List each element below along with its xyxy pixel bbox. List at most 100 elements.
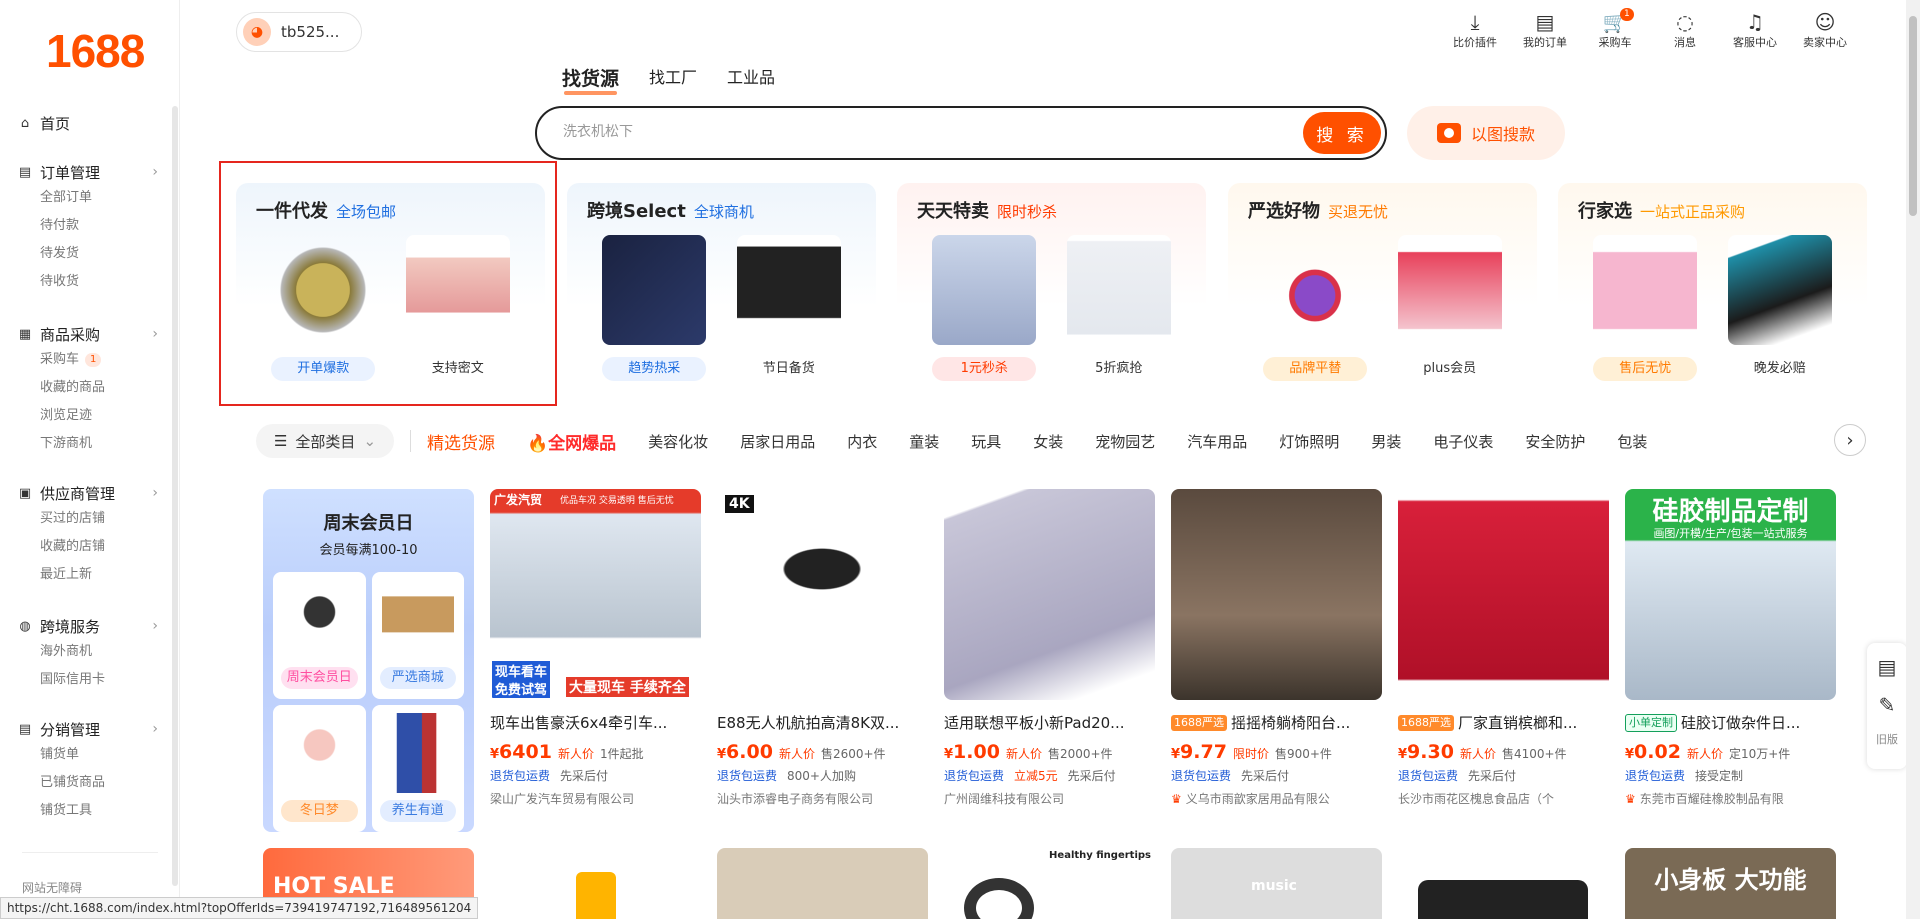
shop-name[interactable]: ♛ 义乌市雨歆家居用品有限公 [1171,790,1382,807]
sidebar-subitem[interactable]: 浏览足迹 [40,402,158,430]
old-version-link[interactable]: 旧版 [1876,731,1898,747]
promo-cell[interactable]: 养生有道 [371,705,464,832]
header-user-button[interactable]: ☺ 卖家中心 [1790,10,1860,50]
shop-name[interactable]: 广州阔维科技有限公司 [944,790,1155,807]
tab-find-factory[interactable]: 找工厂 [649,64,697,91]
channel-card[interactable]: 天天特卖 限时秒杀 1元秒杀 5折疯抢 [897,183,1206,389]
sidebar-group-header[interactable]: ▤ 分销管理 › [18,717,158,741]
category-item[interactable]: 男装 [1371,431,1401,452]
category-item[interactable]: 童装 [909,431,939,452]
user-chip[interactable]: ◕ tb525... [236,12,362,52]
product-card[interactable]: 硅胶制品定制 画图/开模/生产/包装一站式服务 小单定制 硅胶订做杂件日... ¥0.0… [1625,489,1836,807]
product-title[interactable]: 适用联想平板小新Pad20... [944,712,1155,733]
sidebar-subitem[interactable]: 国际信用卡 [40,666,158,694]
product-image[interactable]: 硅胶制品定制 画图/开模/生产/包装一站式服务 [1625,489,1836,700]
category-item[interactable]: 包装 [1617,431,1647,452]
sidebar-subitem[interactable]: 买过的店铺 [40,505,158,533]
product-card-partial[interactable]: 小身板 大功能 [1625,848,1836,919]
channel-card[interactable]: 跨境Select 全球商机 趋势热采 节日备货 [567,183,876,389]
sidebar-subitem[interactable]: 已铺货商品 [40,769,158,797]
category-hot[interactable]: 🔥全网爆品 [527,429,616,454]
tab-industrial[interactable]: 工业品 [727,64,775,91]
sidebar-subitem[interactable]: 最近上新 [40,561,158,589]
product-card-partial[interactable]: Healthy fingertips [944,848,1155,919]
shop-name[interactable]: 梁山广发汽车贸易有限公司 [490,790,701,807]
category-next-button[interactable]: › [1834,424,1866,456]
header-headset-button[interactable]: ♫ 客服中心 [1720,10,1790,50]
product-card[interactable]: 1688严选 摇摇椅躺椅阳台... ¥9.77 限时价 售900+件 退货包运费 先采后付 ♛… [1171,489,1382,807]
product-card[interactable]: 适用联想平板小新Pad20... ¥1.00 新人价 售2000+件 退货包运费 立减5元… [944,489,1155,807]
channel-card-label[interactable]: 节日备货 [737,357,841,381]
promo-cell[interactable]: 周末会员日 [273,572,366,699]
product-title[interactable]: E88无人机航拍高清8K双... [717,712,928,733]
channel-card-label[interactable]: plus会员 [1398,357,1502,381]
product-card[interactable]: 广发汽贸 优品车况 交易透明 售后无忧 现车看车 免费试驾 大量现车 手续齐全 现车出售豪… [490,489,701,807]
sidebar-group-header[interactable]: ◍ 跨境服务 › [18,614,158,638]
header-clipboard-button[interactable]: ▤ 我的订单 [1510,10,1580,50]
product-thumbnail[interactable] [1593,235,1698,345]
category-item[interactable]: 汽车用品 [1187,431,1247,452]
sidebar-item-home[interactable]: ⌂ 首页 [18,113,70,134]
channel-card-label[interactable]: 晚发必赔 [1728,357,1832,381]
shop-name[interactable]: ♛ 东莞市百耀硅橡胶制品有限 [1625,790,1836,807]
product-image[interactable] [944,489,1155,700]
scrollbar-thumb[interactable] [1909,16,1917,216]
feedback-icon[interactable]: ▤ [1878,655,1897,679]
product-card-partial[interactable] [490,848,701,919]
edit-icon[interactable]: ✎ [1879,693,1896,717]
channel-card[interactable]: 行家选 一站式正品采购 售后无忧 晚发必赔 [1558,183,1867,389]
category-item[interactable]: 灯饰照明 [1279,431,1339,452]
sidebar-subitem[interactable]: 采购车 1 [40,346,158,374]
channel-card-label[interactable]: 趋势热采 [602,357,707,381]
product-card[interactable]: 4K E88无人机航拍高清8K双... ¥6.00 新人价 售2600+件 退货包运费 80… [717,489,928,807]
promo-cell[interactable]: 冬日梦 [273,705,366,832]
product-title[interactable]: 小单定制 硅胶订做杂件日... [1625,712,1836,733]
product-image[interactable]: 4K [717,489,928,700]
sidebar-subitem[interactable]: 铺货单 [40,741,158,769]
header-download-button[interactable]: ⤓ 比价插件 [1440,10,1510,50]
product-title[interactable]: 1688严选 厂家直销槟榔和... [1398,712,1609,733]
image-search-button[interactable]: 以图搜款 [1407,106,1565,160]
sidebar-group-header[interactable]: ▦ 商品采购 › [18,322,158,346]
category-item[interactable]: 女装 [1033,431,1063,452]
sidebar-subitem[interactable]: 待发货 [40,240,158,268]
page-scrollbar[interactable] [1906,0,1920,919]
logo[interactable]: 1688 [46,24,145,78]
category-item[interactable]: 美容化妆 [648,431,708,452]
header-cart-button[interactable]: 🛒 采购车 1 [1580,8,1650,50]
sidebar-group-header[interactable]: ▤ 订单管理 › [18,160,158,184]
product-thumbnail[interactable] [1263,235,1368,345]
sidebar-subitem[interactable]: 海外商机 [40,638,158,666]
category-featured[interactable]: 精选货源 [427,429,495,454]
sidebar-subitem[interactable]: 待付款 [40,212,158,240]
header-message-button[interactable]: ◌ 消息 [1650,10,1720,50]
product-thumbnail[interactable] [932,235,1037,345]
product-image[interactable] [1171,489,1382,700]
product-card-partial[interactable] [1398,848,1609,919]
product-thumbnail[interactable] [1066,235,1171,345]
sidebar-group-header[interactable]: ▣ 供应商管理 › [18,481,158,505]
product-image[interactable]: 广发汽贸 优品车况 交易透明 售后无忧 现车看车 免费试驾 大量现车 手续齐全 [490,489,701,700]
sidebar-subitem[interactable]: 收藏的商品 [40,374,158,402]
category-item[interactable]: 玩具 [971,431,1001,452]
sidebar-subitem[interactable]: 待收货 [40,268,158,296]
product-thumbnail[interactable] [1727,235,1832,345]
sidebar-subitem[interactable]: 铺货工具 [40,797,158,825]
member-day-promo[interactable]: 周末会员日 会员每满100-10 周末会员日 严选商城 冬日梦 养生有道 [263,489,474,832]
channel-card-label[interactable]: 1元秒杀 [932,357,1037,381]
product-thumbnail[interactable] [736,235,841,345]
accessibility-link[interactable]: 网站无障碍 [22,879,82,896]
category-item[interactable]: 内衣 [847,431,877,452]
category-item[interactable]: 宠物园艺 [1095,431,1155,452]
sidebar-subitem[interactable]: 全部订单 [40,184,158,212]
channel-card-label[interactable]: 5折疯抢 [1067,357,1171,381]
product-image[interactable] [1398,489,1609,700]
sidebar-subitem[interactable]: 下游商机 [40,430,158,458]
channel-card[interactable]: 严选好物 买退无忧 品牌平替 plus会员 [1228,183,1537,389]
tab-find-source[interactable]: 找货源 [562,64,619,95]
sidebar-subitem[interactable]: 收藏的店铺 [40,533,158,561]
product-thumbnail[interactable] [602,235,707,345]
product-card-partial[interactable] [717,848,928,919]
category-item[interactable]: 居家日用品 [740,431,815,452]
product-thumbnail[interactable] [1397,235,1502,345]
